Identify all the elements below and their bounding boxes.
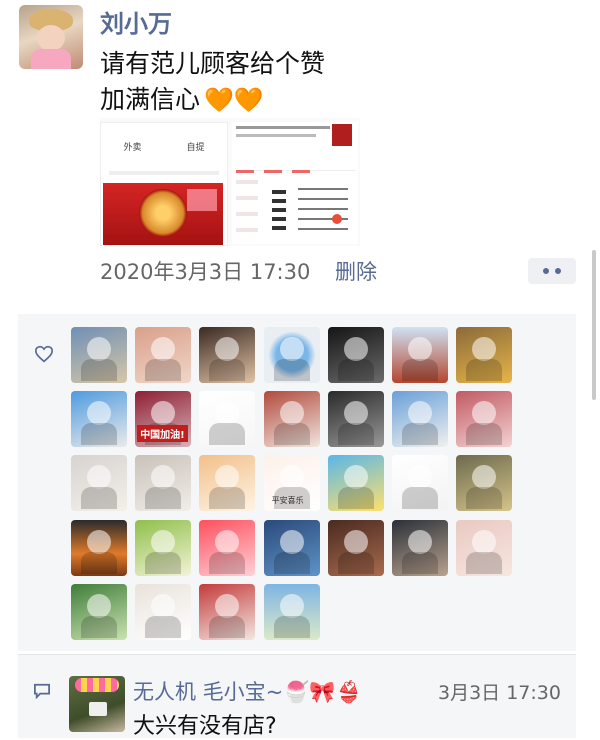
liker-avatar[interactable]: 平安喜乐	[263, 455, 320, 512]
commenter-name[interactable]: 无人机 毛小宝~🍧🎀👙	[133, 676, 362, 706]
liker-avatar[interactable]	[392, 327, 448, 383]
liker-avatar[interactable]	[199, 455, 256, 512]
commenter-avatar[interactable]	[69, 676, 125, 732]
shared-screenshot-1[interactable]: 外卖 自提	[100, 122, 228, 246]
liker-avatar[interactable]	[392, 391, 448, 448]
shared-images: 外卖 自提	[100, 118, 360, 246]
delete-button[interactable]: 删除	[335, 256, 377, 286]
liker-avatar[interactable]	[71, 327, 127, 383]
more-dots-icon[interactable]	[528, 258, 576, 284]
liker-avatar[interactable]	[263, 391, 320, 448]
liker-avatar[interactable]	[199, 327, 256, 383]
liker-avatar[interactable]	[327, 391, 384, 448]
scrollbar[interactable]	[592, 250, 596, 400]
liker-avatar[interactable]	[456, 455, 513, 512]
post-text-line-2: 加满信心 🧡🧡	[100, 80, 264, 116]
liker-avatar[interactable]	[327, 455, 384, 512]
shared-screenshot-2[interactable]	[232, 122, 358, 244]
liker-avatar-caption: 中国加油!	[137, 425, 188, 443]
commenter-emoji: 🍧🎀👙	[283, 680, 362, 704]
liker-avatar[interactable]	[71, 455, 127, 512]
liker-avatar[interactable]	[456, 519, 513, 576]
comment-bubble-icon	[34, 683, 50, 699]
author-avatar[interactable]	[19, 5, 83, 69]
liker-avatar[interactable]	[263, 327, 320, 383]
liker-avatar[interactable]	[71, 391, 127, 448]
liker-avatar[interactable]	[199, 391, 256, 448]
post-text-line-2-text: 加满信心	[100, 85, 201, 114]
comment-time: 3月3日 17:30	[438, 682, 561, 704]
liker-avatar[interactable]	[135, 455, 192, 512]
comment-text: 大兴有没有店?	[133, 714, 277, 739]
liker-avatar[interactable]	[263, 519, 320, 576]
liker-avatar[interactable]	[199, 583, 256, 640]
liker-avatar[interactable]	[456, 391, 513, 448]
liker-avatar[interactable]	[71, 583, 127, 640]
liker-avatar[interactable]	[135, 583, 192, 640]
liker-avatar[interactable]	[327, 327, 384, 383]
commenter-name-text: 无人机 毛小宝~	[133, 680, 284, 704]
author-name[interactable]: 刘小万	[100, 4, 172, 39]
heart-outline-icon	[34, 345, 54, 363]
liker-avatar[interactable]	[263, 583, 320, 640]
liker-avatar[interactable]	[327, 519, 384, 576]
liker-avatar[interactable]	[135, 519, 192, 576]
shot-tab-takeout: 外卖	[123, 142, 142, 153]
liker-avatar[interactable]	[392, 519, 448, 576]
liker-avatar[interactable]	[199, 519, 256, 576]
liker-avatar[interactable]	[456, 327, 513, 383]
liker-avatar[interactable]	[135, 327, 192, 383]
liker-avatar[interactable]: 中国加油!	[135, 391, 192, 448]
moments-post: 刘小万 请有范儿顾客给个赞 加满信心 🧡🧡 外卖 自提 2020年3月3日 17:…	[0, 0, 600, 739]
shot-tab-pickup: 自提	[186, 142, 205, 153]
liker-avatar[interactable]	[392, 455, 448, 512]
orange-heart-emoji: 🧡🧡	[204, 86, 264, 114]
post-text-line-1: 请有范儿顾客给个赞	[100, 49, 326, 78]
liker-avatar-caption: 平安喜乐	[271, 496, 304, 506]
liker-avatar[interactable]	[71, 519, 127, 576]
post-timestamp: 2020年3月3日 17:30	[100, 260, 311, 284]
